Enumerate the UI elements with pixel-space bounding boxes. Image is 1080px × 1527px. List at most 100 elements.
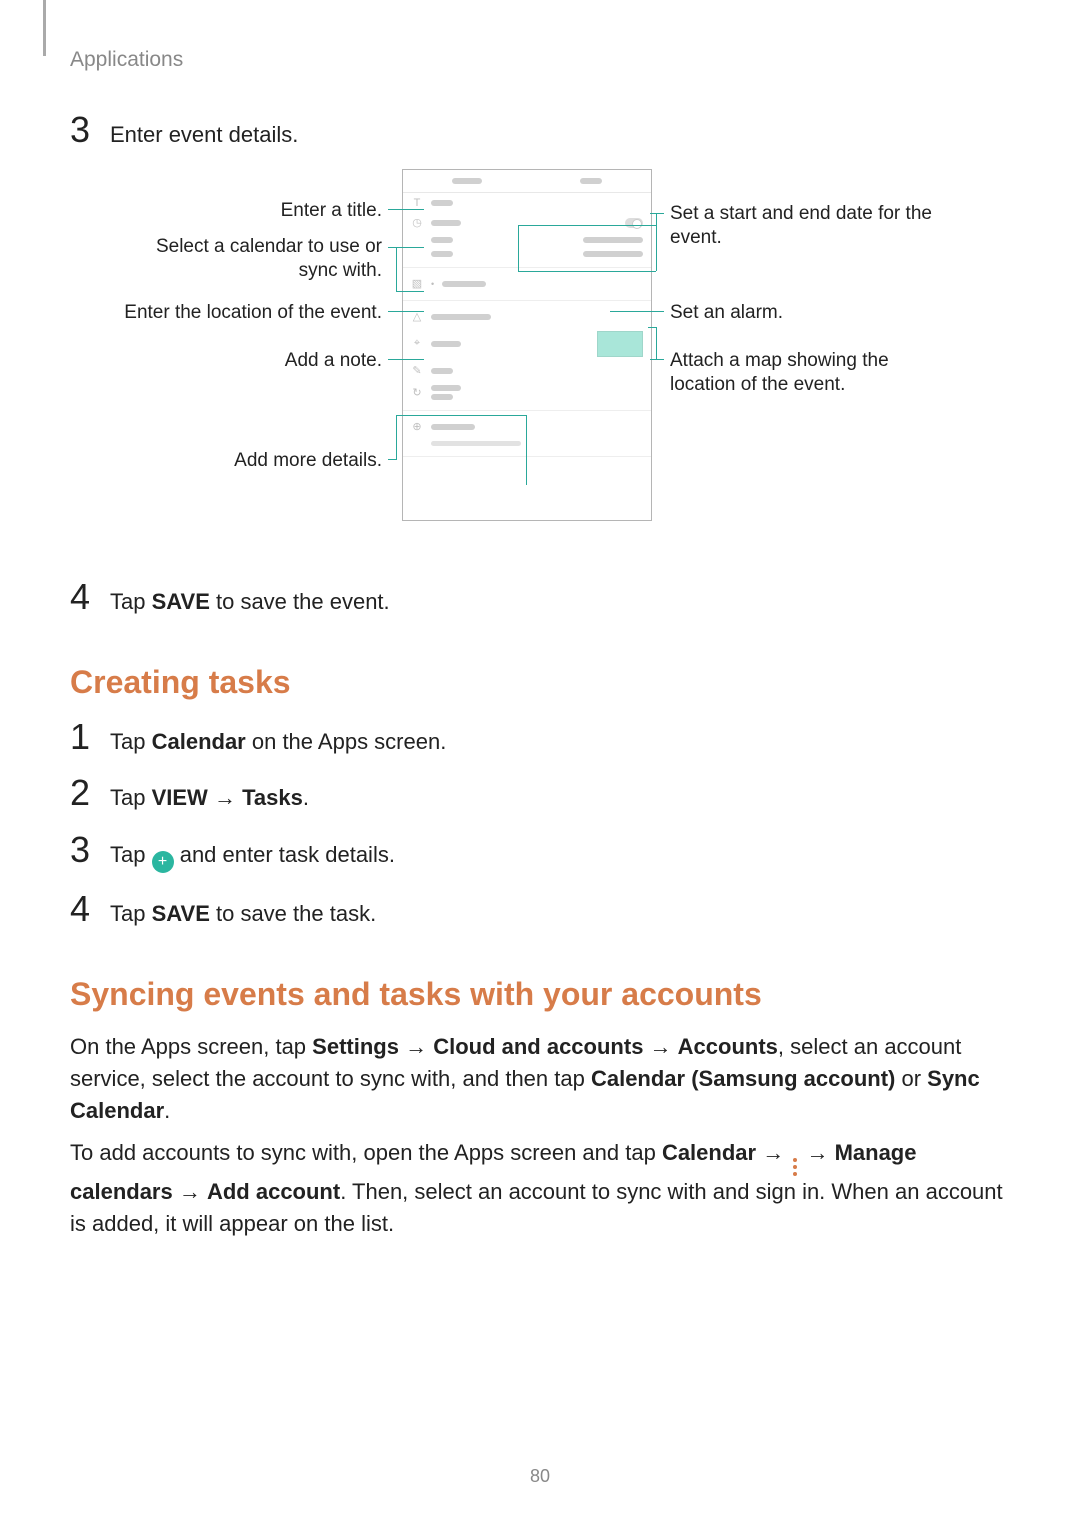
placeholder-field bbox=[431, 368, 453, 374]
clock-icon: ◷ bbox=[411, 217, 423, 229]
row-allday: ◷ bbox=[403, 213, 651, 233]
syncing-para-2: To add accounts to sync with, open the A… bbox=[70, 1137, 1010, 1240]
divider bbox=[403, 300, 651, 301]
tasks-step-1: 1 Tap Calendar on the Apps screen. bbox=[70, 719, 1010, 758]
bold-text: Calendar bbox=[152, 729, 246, 754]
bold-text: Calendar (Samsung account) bbox=[591, 1066, 895, 1091]
bold-text: SAVE bbox=[152, 901, 210, 926]
row-more: ⊕ bbox=[403, 417, 651, 437]
bold-text: SAVE bbox=[152, 589, 210, 614]
placeholder-field bbox=[431, 394, 453, 400]
bold-text: Add account bbox=[207, 1179, 340, 1204]
callout-line1: Select a calendar to use or bbox=[156, 236, 382, 257]
leader-line bbox=[650, 213, 664, 214]
text: Tap bbox=[110, 729, 152, 754]
arrow: → bbox=[800, 1140, 834, 1165]
header-section-label: Applications bbox=[70, 48, 1010, 72]
bell-icon: △ bbox=[411, 311, 423, 323]
leader-brace bbox=[396, 247, 397, 291]
row-repeat: ↻ bbox=[403, 381, 651, 404]
step-number: 1 bbox=[70, 719, 110, 755]
row-alarm: △ bbox=[403, 307, 651, 327]
event-editor-figure: T ◷ ▧ • bbox=[70, 169, 1010, 549]
text: To add accounts to sync with, open the A… bbox=[70, 1140, 662, 1165]
placeholder-field bbox=[431, 341, 461, 347]
placeholder-label bbox=[431, 237, 453, 243]
pin-icon: ⌖ bbox=[411, 338, 423, 350]
placeholder-field bbox=[431, 385, 461, 391]
placeholder-field bbox=[431, 220, 461, 226]
text: or bbox=[895, 1066, 927, 1091]
placeholder-sublabel bbox=[431, 441, 521, 446]
calendar-icon: ▧ bbox=[411, 278, 423, 290]
bold-text: Settings bbox=[312, 1034, 399, 1059]
text: to save the event. bbox=[210, 589, 390, 614]
text: On the Apps screen, tap bbox=[70, 1034, 312, 1059]
step-text: Enter event details. bbox=[110, 114, 298, 151]
text: Tap bbox=[110, 901, 152, 926]
callout-note: Add a note. bbox=[285, 349, 382, 373]
manual-page: Applications 3 Enter event details. T ◷ bbox=[0, 0, 1080, 1527]
callout-line1: Set a start and end date for the bbox=[670, 203, 932, 224]
row-location: ⌖ bbox=[403, 327, 651, 361]
bold-text: Accounts bbox=[678, 1034, 778, 1059]
leader-brace bbox=[656, 327, 657, 360]
callout-enter-title: Enter a title. bbox=[281, 199, 382, 223]
row-title: T bbox=[403, 193, 651, 213]
callout-more: Add more details. bbox=[234, 449, 382, 473]
heading-creating-tasks: Creating tasks bbox=[70, 664, 1010, 701]
placeholder-value bbox=[583, 237, 643, 243]
divider bbox=[403, 456, 651, 457]
bold-text: Calendar bbox=[662, 1140, 756, 1165]
placeholder-value bbox=[583, 251, 643, 257]
tasks-step-4: 4 Tap SAVE to save the task. bbox=[70, 891, 1010, 930]
leader-line bbox=[388, 459, 396, 460]
text-icon: T bbox=[411, 197, 423, 209]
text: . bbox=[164, 1098, 170, 1123]
arrow: → bbox=[173, 1179, 207, 1204]
divider bbox=[403, 267, 651, 268]
text: Tap bbox=[110, 785, 152, 810]
placeholder-label bbox=[431, 251, 453, 257]
placeholder-field bbox=[431, 200, 453, 206]
text: and enter task details. bbox=[174, 842, 395, 867]
step-text: Tap Calendar on the Apps screen. bbox=[110, 721, 446, 758]
placeholder-label bbox=[580, 178, 602, 184]
row-end bbox=[403, 247, 651, 261]
arrow: → bbox=[643, 1034, 677, 1059]
placeholder-field bbox=[442, 281, 486, 287]
step-number: 3 bbox=[70, 832, 110, 868]
callout-line2: event. bbox=[670, 227, 722, 248]
row-note: ✎ bbox=[403, 361, 651, 381]
text: Tap bbox=[110, 842, 152, 867]
text: to save the task. bbox=[210, 901, 376, 926]
leader-brace bbox=[518, 225, 519, 271]
leader-brace bbox=[656, 213, 657, 271]
step-number: 4 bbox=[70, 579, 110, 615]
leader-line bbox=[518, 271, 656, 272]
step-3: 3 Enter event details. bbox=[70, 112, 1010, 151]
callout-line2: sync with. bbox=[299, 260, 382, 281]
arrow: → bbox=[756, 1140, 790, 1165]
leader-brace bbox=[526, 415, 527, 485]
placeholder-label bbox=[452, 178, 482, 184]
row-calendar: ▧ • bbox=[403, 274, 651, 294]
step-number: 2 bbox=[70, 775, 110, 811]
leader-line bbox=[388, 209, 424, 210]
heading-syncing: Syncing events and tasks with your accou… bbox=[70, 976, 1010, 1013]
step-number: 3 bbox=[70, 112, 110, 148]
callout-select-calendar: Select a calendar to use or sync with. bbox=[156, 235, 382, 283]
leader-line bbox=[610, 311, 664, 312]
placeholder-field bbox=[431, 424, 475, 430]
step-number: 4 bbox=[70, 891, 110, 927]
text: . bbox=[303, 785, 309, 810]
plus-icon: ⊕ bbox=[411, 421, 423, 433]
bold-text: Tasks bbox=[242, 785, 303, 810]
arrow: → bbox=[399, 1034, 433, 1059]
text: on the Apps screen. bbox=[246, 729, 447, 754]
leader-line bbox=[648, 327, 656, 328]
leader-line bbox=[518, 225, 656, 226]
leader-line bbox=[396, 415, 526, 416]
leader-line bbox=[388, 311, 424, 312]
kebab-icon bbox=[790, 1158, 800, 1176]
